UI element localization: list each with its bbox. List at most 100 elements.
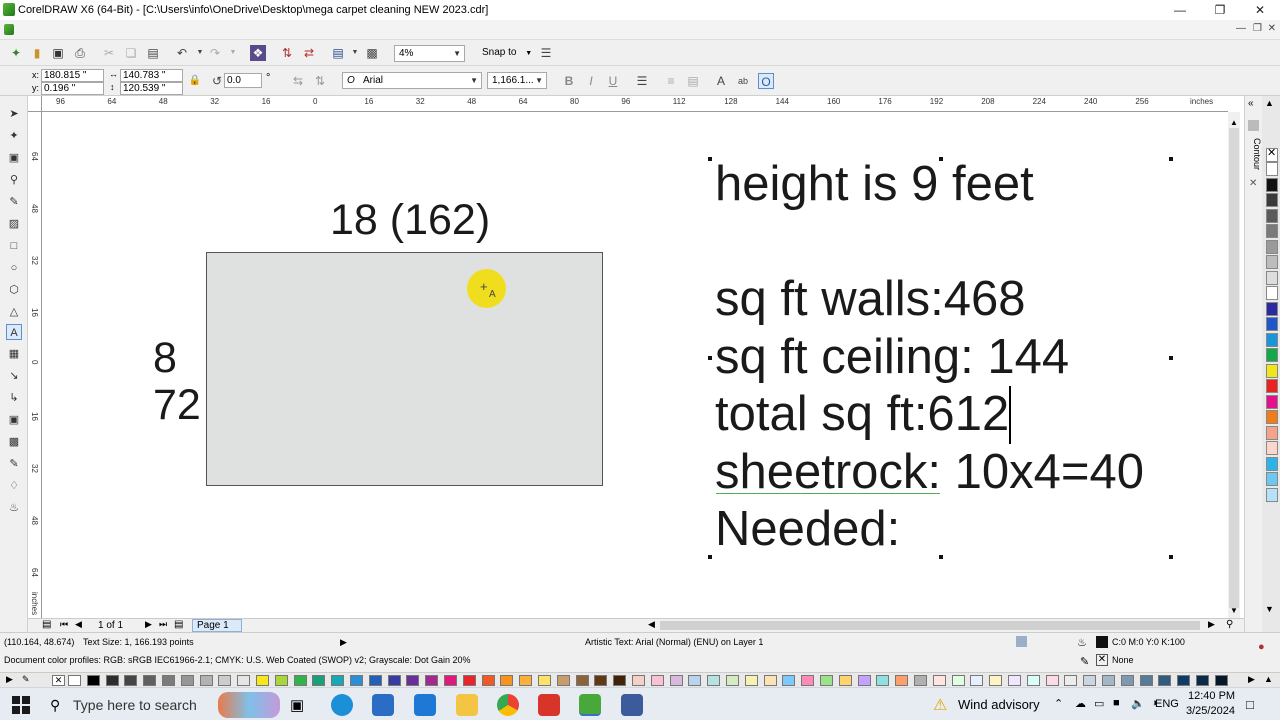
color-swatch[interactable]	[1026, 675, 1040, 686]
launcher-dropdown-icon[interactable]: ▼	[347, 45, 363, 61]
rotate-icon[interactable]: ↺	[209, 73, 225, 89]
color-swatch[interactable]	[387, 675, 401, 686]
scroll-right-icon[interactable]: ▶	[1208, 619, 1215, 630]
vertical-ruler[interactable]: 64 48 32 16 0 16 32 48 64 inches	[28, 112, 42, 618]
rect-top-dimension-label[interactable]: 18 (162)	[330, 196, 490, 245]
color-swatch[interactable]	[1266, 224, 1278, 238]
color-swatch[interactable]	[1266, 270, 1278, 285]
color-swatch[interactable]	[1266, 441, 1278, 455]
page-tab[interactable]: Page 1	[192, 619, 242, 632]
application-launcher-icon[interactable]: ▤	[330, 45, 346, 61]
color-swatch[interactable]	[1266, 394, 1278, 409]
outline-pen-tool-icon[interactable]: ♢	[6, 478, 22, 494]
drawing-canvas[interactable]: 18 (162) 8 72 + A height is 9 feet sq ft…	[42, 112, 1228, 618]
color-swatch[interactable]	[1266, 363, 1278, 378]
battery-icon[interactable]: ▭	[1094, 697, 1104, 710]
palette-expand-icon[interactable]: ▲	[1264, 674, 1273, 684]
pick-tool-icon[interactable]: ➤	[6, 106, 22, 122]
onedrive-icon[interactable]: ☁	[1075, 697, 1086, 710]
character-formatting-icon[interactable]: A	[713, 73, 729, 89]
color-swatch[interactable]	[820, 675, 833, 686]
redo-dropdown-icon[interactable]: ▼	[225, 45, 241, 61]
calculator-icon[interactable]	[621, 694, 643, 716]
color-swatch[interactable]	[989, 675, 1003, 686]
chrome-icon[interactable]	[497, 694, 519, 716]
color-swatch[interactable]	[1266, 208, 1278, 223]
horizontal-scrollbar[interactable]: ◀ ▶	[648, 619, 1218, 632]
object-manager-icon[interactable]	[1248, 120, 1259, 131]
dimension-tool-icon[interactable]: ↘	[6, 368, 22, 384]
color-swatch[interactable]	[556, 675, 570, 686]
next-page-icon[interactable]: ▶	[145, 619, 152, 630]
print-icon[interactable]: ⎙	[72, 45, 88, 61]
color-swatch[interactable]	[1266, 348, 1278, 362]
first-page-icon[interactable]: ⏮	[60, 619, 68, 630]
language-indicator[interactable]: ENG	[1155, 698, 1179, 710]
undo-dropdown-icon[interactable]: ▼	[192, 45, 208, 61]
color-swatch[interactable]	[782, 675, 796, 686]
copy-icon[interactable]: ❏	[123, 45, 139, 61]
underline-icon[interactable]: U	[605, 73, 621, 89]
crop-tool-icon[interactable]: ▣	[6, 150, 22, 166]
lock-ratio-icon[interactable]: 🔒	[187, 73, 203, 89]
color-swatch[interactable]	[256, 675, 269, 686]
open-icon[interactable]: ▮	[29, 45, 45, 61]
color-swatch[interactable]	[519, 675, 533, 686]
freehand-tool-icon[interactable]: ✎	[6, 194, 22, 210]
acrobat-icon[interactable]	[538, 694, 560, 716]
width-field[interactable]: 140.783 "	[120, 69, 183, 82]
options-icon[interactable]: ☰	[538, 45, 554, 61]
selection-handle[interactable]	[1169, 555, 1173, 559]
ellipse-tool-icon[interactable]: ○	[6, 260, 22, 276]
edit-text-icon[interactable]: ab	[735, 73, 751, 89]
volume-icon[interactable]: 🔈	[1131, 697, 1145, 710]
import-icon[interactable]: ⇅	[279, 45, 295, 61]
doc-restore-icon[interactable]: ❐	[1253, 23, 1262, 34]
windows-start-icon[interactable]	[12, 696, 30, 714]
bold-icon[interactable]: B	[561, 73, 577, 89]
color-profiles-info[interactable]: Document color profiles: RGB: sRGB IEC61…	[4, 655, 471, 665]
color-swatch[interactable]	[707, 675, 721, 686]
eyedropper-icon[interactable]: ✎	[22, 674, 30, 685]
document-icon[interactable]	[4, 24, 14, 35]
color-swatch[interactable]	[368, 675, 382, 686]
color-swatch[interactable]	[838, 675, 852, 686]
no-color-swatch[interactable]: ✕	[1266, 147, 1278, 162]
color-swatch[interactable]	[914, 675, 927, 686]
color-swatch[interactable]	[462, 675, 476, 686]
color-swatch[interactable]	[1266, 239, 1278, 254]
paste-icon[interactable]: ▤	[145, 45, 161, 61]
color-swatch[interactable]	[406, 675, 420, 686]
color-swatch[interactable]	[105, 675, 119, 686]
file-explorer-icon[interactable]	[456, 694, 478, 716]
rect-left-dimension-label[interactable]: 8	[153, 334, 177, 383]
scroll-down-icon[interactable]: ▼	[1230, 606, 1238, 615]
shape-tool-icon[interactable]: ✦	[6, 128, 22, 144]
text-tool-icon[interactable]: A	[6, 324, 22, 340]
color-swatch[interactable]	[1266, 332, 1278, 347]
color-swatch[interactable]	[444, 675, 457, 686]
color-swatch[interactable]	[1266, 317, 1278, 331]
color-swatch[interactable]	[218, 675, 232, 686]
selection-handle[interactable]	[1169, 356, 1173, 360]
color-swatch[interactable]	[594, 675, 608, 686]
scroll-left-icon[interactable]: ◀	[648, 619, 655, 630]
fill-color-swatch[interactable]	[1096, 636, 1108, 648]
coreldraw-taskbar-icon[interactable]	[579, 694, 601, 716]
connector-tool-icon[interactable]: ↳	[6, 390, 22, 406]
clock-date[interactable]: 3/25/2024	[1186, 705, 1235, 717]
snap-to-button[interactable]: Snap to ▼	[482, 47, 532, 58]
color-swatch[interactable]	[895, 675, 909, 686]
color-swatch[interactable]	[744, 675, 758, 686]
color-swatch[interactable]	[1266, 255, 1278, 269]
table-tool-icon[interactable]: ▦	[6, 346, 22, 362]
color-swatch[interactable]	[951, 675, 965, 686]
maximize-button[interactable]: ❐	[1200, 0, 1240, 20]
eyedropper-tool-icon[interactable]: ✎	[6, 456, 22, 472]
basic-shapes-tool-icon[interactable]: △	[6, 304, 22, 320]
color-swatch[interactable]	[237, 675, 251, 686]
transparency-tool-icon[interactable]: ▩	[6, 434, 22, 450]
color-swatch[interactable]	[1177, 675, 1191, 686]
mail-icon[interactable]	[414, 694, 436, 716]
color-swatch[interactable]	[613, 675, 627, 686]
